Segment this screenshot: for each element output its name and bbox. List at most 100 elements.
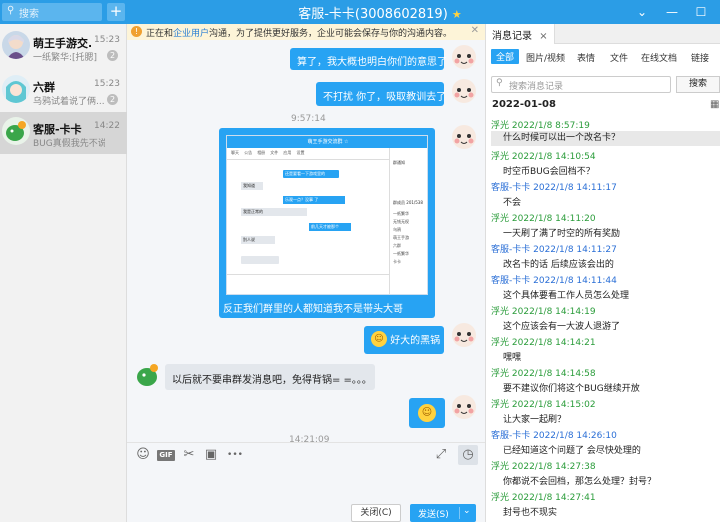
embedded-bubble: 别人说 [241, 236, 275, 244]
embedded-bubble: 我知道 [241, 182, 263, 190]
dropdown-button[interactable]: ⌄ [631, 2, 653, 22]
sender-avatar [451, 394, 477, 420]
history-record[interactable]: 浮光 2022/1/8 8:57:19 什么时候可以出一个改名卡？ [486, 118, 720, 149]
history-record[interactable]: 浮光 2022/1/8 14:15:02 让大家一起刷？ [486, 397, 720, 428]
send-button[interactable]: 发送(S) ⌄ [410, 504, 476, 522]
history-record[interactable]: 客服-卡卡 2022/1/8 14:11:44 这个具体要看工作人员怎么处理 [486, 273, 720, 304]
image-icon[interactable]: ▣ [203, 447, 219, 463]
filter-emoji[interactable]: 表情 [577, 51, 595, 64]
close-button[interactable]: 关闭(C) [351, 504, 401, 522]
history-record-time: 2022/1/8 14:14:58 [511, 369, 596, 379]
minimize-button[interactable]: — [661, 2, 683, 22]
history-record[interactable]: 浮光 2022/1/8 14:14:58 要不建议你们将这个BUG继续开放 [486, 366, 720, 397]
filter-image-video[interactable]: 图片/视频 [526, 51, 565, 64]
conversation-time: 14:22 [94, 121, 120, 131]
unread-badge: 2 [107, 94, 118, 105]
history-record-sender: 浮光 [491, 493, 510, 503]
avatar [2, 117, 30, 145]
filter-file[interactable]: 文件 [610, 51, 628, 64]
image-message-bubble[interactable]: 萌王手游交流群 ☆ 聊天 公告 相册 文件 应用 设置 还是要看一下游戏里的 我… [219, 128, 435, 318]
more-icon[interactable]: ••• [225, 447, 245, 463]
history-record-time: 2022/1/8 14:11:44 [533, 276, 617, 286]
history-record-text: 这个具体要看工作人员怎么处理 [503, 291, 630, 301]
sender-avatar [135, 362, 161, 388]
expand-icon[interactable]: ⤢ [433, 447, 449, 463]
history-record-time: 2022/1/8 8:57:19 [511, 121, 590, 131]
embedded-side-title: 群通知 [393, 160, 405, 165]
laughing-emoji-icon: ☺ [418, 404, 436, 422]
history-filters: 全部 图片/视频 表情 文件 在线文档 链接 [486, 48, 720, 66]
message-text: 好大的黑锅 [390, 335, 441, 347]
conversation-time: 15:23 [94, 79, 120, 89]
embedded-side-heading: 群成员 201/538 [393, 200, 423, 205]
history-search-input[interactable]: ⚲ 搜索消息记录 [491, 76, 671, 93]
message-bubble[interactable]: ☺ 好大的黑锅 [364, 326, 444, 354]
history-record-header: 浮光 2022/1/8 14:27:41 [491, 490, 596, 503]
emoji-icon[interactable]: ☺ [135, 447, 151, 463]
send-options-chevron-icon[interactable]: ⌄ [463, 506, 471, 516]
history-record[interactable]: 浮光 2022/1/8 14:27:38 你都说不会回档，那怎么处理？封号？ [486, 459, 720, 490]
conversation-time: 15:23 [94, 35, 120, 45]
embedded-member-list: 一纸繁华 无钱无权 乌鸦 萌王手游 六群 一纸繁华 卡卡 [393, 211, 409, 264]
history-record-time: 2022/1/8 14:10:54 [511, 152, 596, 162]
embedded-screenshot[interactable]: 萌王手游交流群 ☆ 聊天 公告 相册 文件 应用 设置 还是要看一下游戏里的 我… [226, 135, 428, 295]
history-record[interactable]: 客服-卡卡 2022/1/8 14:11:17 不会 [486, 180, 720, 211]
conversation-search-input[interactable]: ⚲ 搜索 [2, 3, 102, 21]
search-placeholder: 搜索 [19, 9, 39, 20]
window-title: 客服-卡卡(3008602819) ★ [250, 3, 510, 22]
scissors-icon[interactable]: ✂ [181, 447, 197, 463]
history-record[interactable]: 客服-卡卡 2022/1/8 14:11:27 改名卡的话 后续应该会出的 [486, 242, 720, 273]
add-button[interactable]: + [107, 3, 125, 21]
history-record[interactable]: 浮光 2022/1/8 14:27:41 封号也不现实 [486, 490, 720, 521]
message-bubble[interactable]: 不打扰 你了，吸取教训去了 [316, 82, 446, 106]
history-record[interactable]: 浮光 2022/1/8 14:14:19 这个应该会有一大波人退游了 [486, 304, 720, 335]
conversation-item[interactable]: 六群 15:23 乌鸦试着说了俩... 2 [0, 70, 127, 112]
avatar [2, 31, 30, 59]
history-record[interactable]: 浮光 2022/1/8 14:10:54 时空币BUG会回档不？ [486, 149, 720, 180]
history-record[interactable]: 客服-卡卡 2022/1/8 14:26:10 已经知道这个问题了 会尽快处理的 [486, 428, 720, 459]
history-record-sender: 浮光 [491, 214, 510, 224]
info-icon: ! [131, 26, 142, 37]
history-record-header: 浮光 2022/1/8 14:10:54 [491, 149, 596, 162]
message-bubble[interactable]: 以后就不要串群发消息吧，免得背锅= =。。。 [165, 364, 375, 390]
conversation-name: 客服-卡卡 [33, 123, 82, 136]
conversation-preview: 乌鸦试着说了俩... [33, 97, 105, 107]
window-title-text: 客服-卡卡(3008602819) [298, 7, 448, 22]
star-icon: ★ [451, 8, 462, 21]
history-record-time: 2022/1/8 14:14:19 [511, 307, 596, 317]
history-record-sender: 浮光 [491, 152, 510, 162]
conversation-item-active[interactable]: 客服-卡卡 14:22 BUG真假我先不说，... [0, 112, 127, 154]
message-input[interactable]: 关闭(C) 发送(S) ⌄ [127, 466, 485, 522]
history-record-sender: 客服-卡卡 [491, 276, 531, 286]
history-record-time: 2022/1/8 14:27:38 [511, 462, 596, 472]
conversation-preview: BUG真假我先不说，... [33, 139, 105, 149]
history-record-sender: 浮光 [491, 462, 510, 472]
history-clock-icon[interactable]: ◷ [458, 445, 478, 465]
history-record-header: 浮光 2022/1/8 14:14:58 [491, 366, 596, 379]
gif-icon[interactable]: GIF [157, 450, 175, 461]
maximize-button[interactable]: ☐ [690, 2, 712, 22]
close-icon[interactable]: ✕ [471, 25, 479, 36]
history-record-sender: 客服-卡卡 [491, 245, 531, 255]
close-icon[interactable]: × [539, 31, 547, 42]
history-record-time: 2022/1/8 14:11:27 [533, 245, 617, 255]
embedded-bubble: 乐观一点？没事 了 [283, 196, 345, 204]
conversation-item[interactable]: 萌王手游交... 15:23 一纸繁华:[托腮] 2 [0, 26, 127, 68]
message-bubble[interactable]: ☺ [409, 398, 445, 428]
calendar-icon[interactable]: ▦ [710, 99, 719, 110]
filter-online-doc[interactable]: 在线文档 [641, 51, 677, 64]
history-date: 2022-01-08 [492, 99, 556, 110]
laughing-emoji-icon: ☺ [371, 331, 387, 347]
history-record[interactable]: 浮光 2022/1/8 14:11:20 一天刷了满了时空的所有奖励 [486, 211, 720, 242]
sender-avatar [451, 44, 477, 70]
filter-link[interactable]: 链接 [691, 51, 709, 64]
notice-text: 正在和企业用户沟通，为了提供更好服务，企业可能会保存与你的沟通内容。 [146, 29, 453, 39]
history-record[interactable]: 浮光 2022/1/8 14:14:21 嘿嘿 [486, 335, 720, 366]
filter-all[interactable]: 全部 [491, 49, 520, 64]
tab-message-history[interactable]: 消息记录 × [486, 24, 555, 44]
enterprise-user-link[interactable]: 企业用户 [173, 29, 209, 39]
embedded-tabs: 聊天 公告 相册 文件 应用 设置 [231, 150, 305, 155]
history-search-button[interactable]: 搜索 [676, 76, 720, 93]
history-record-text: 嘿嘿 [503, 353, 522, 363]
message-bubble[interactable]: 算了，我大概也明白你们的意思了 [290, 48, 447, 70]
